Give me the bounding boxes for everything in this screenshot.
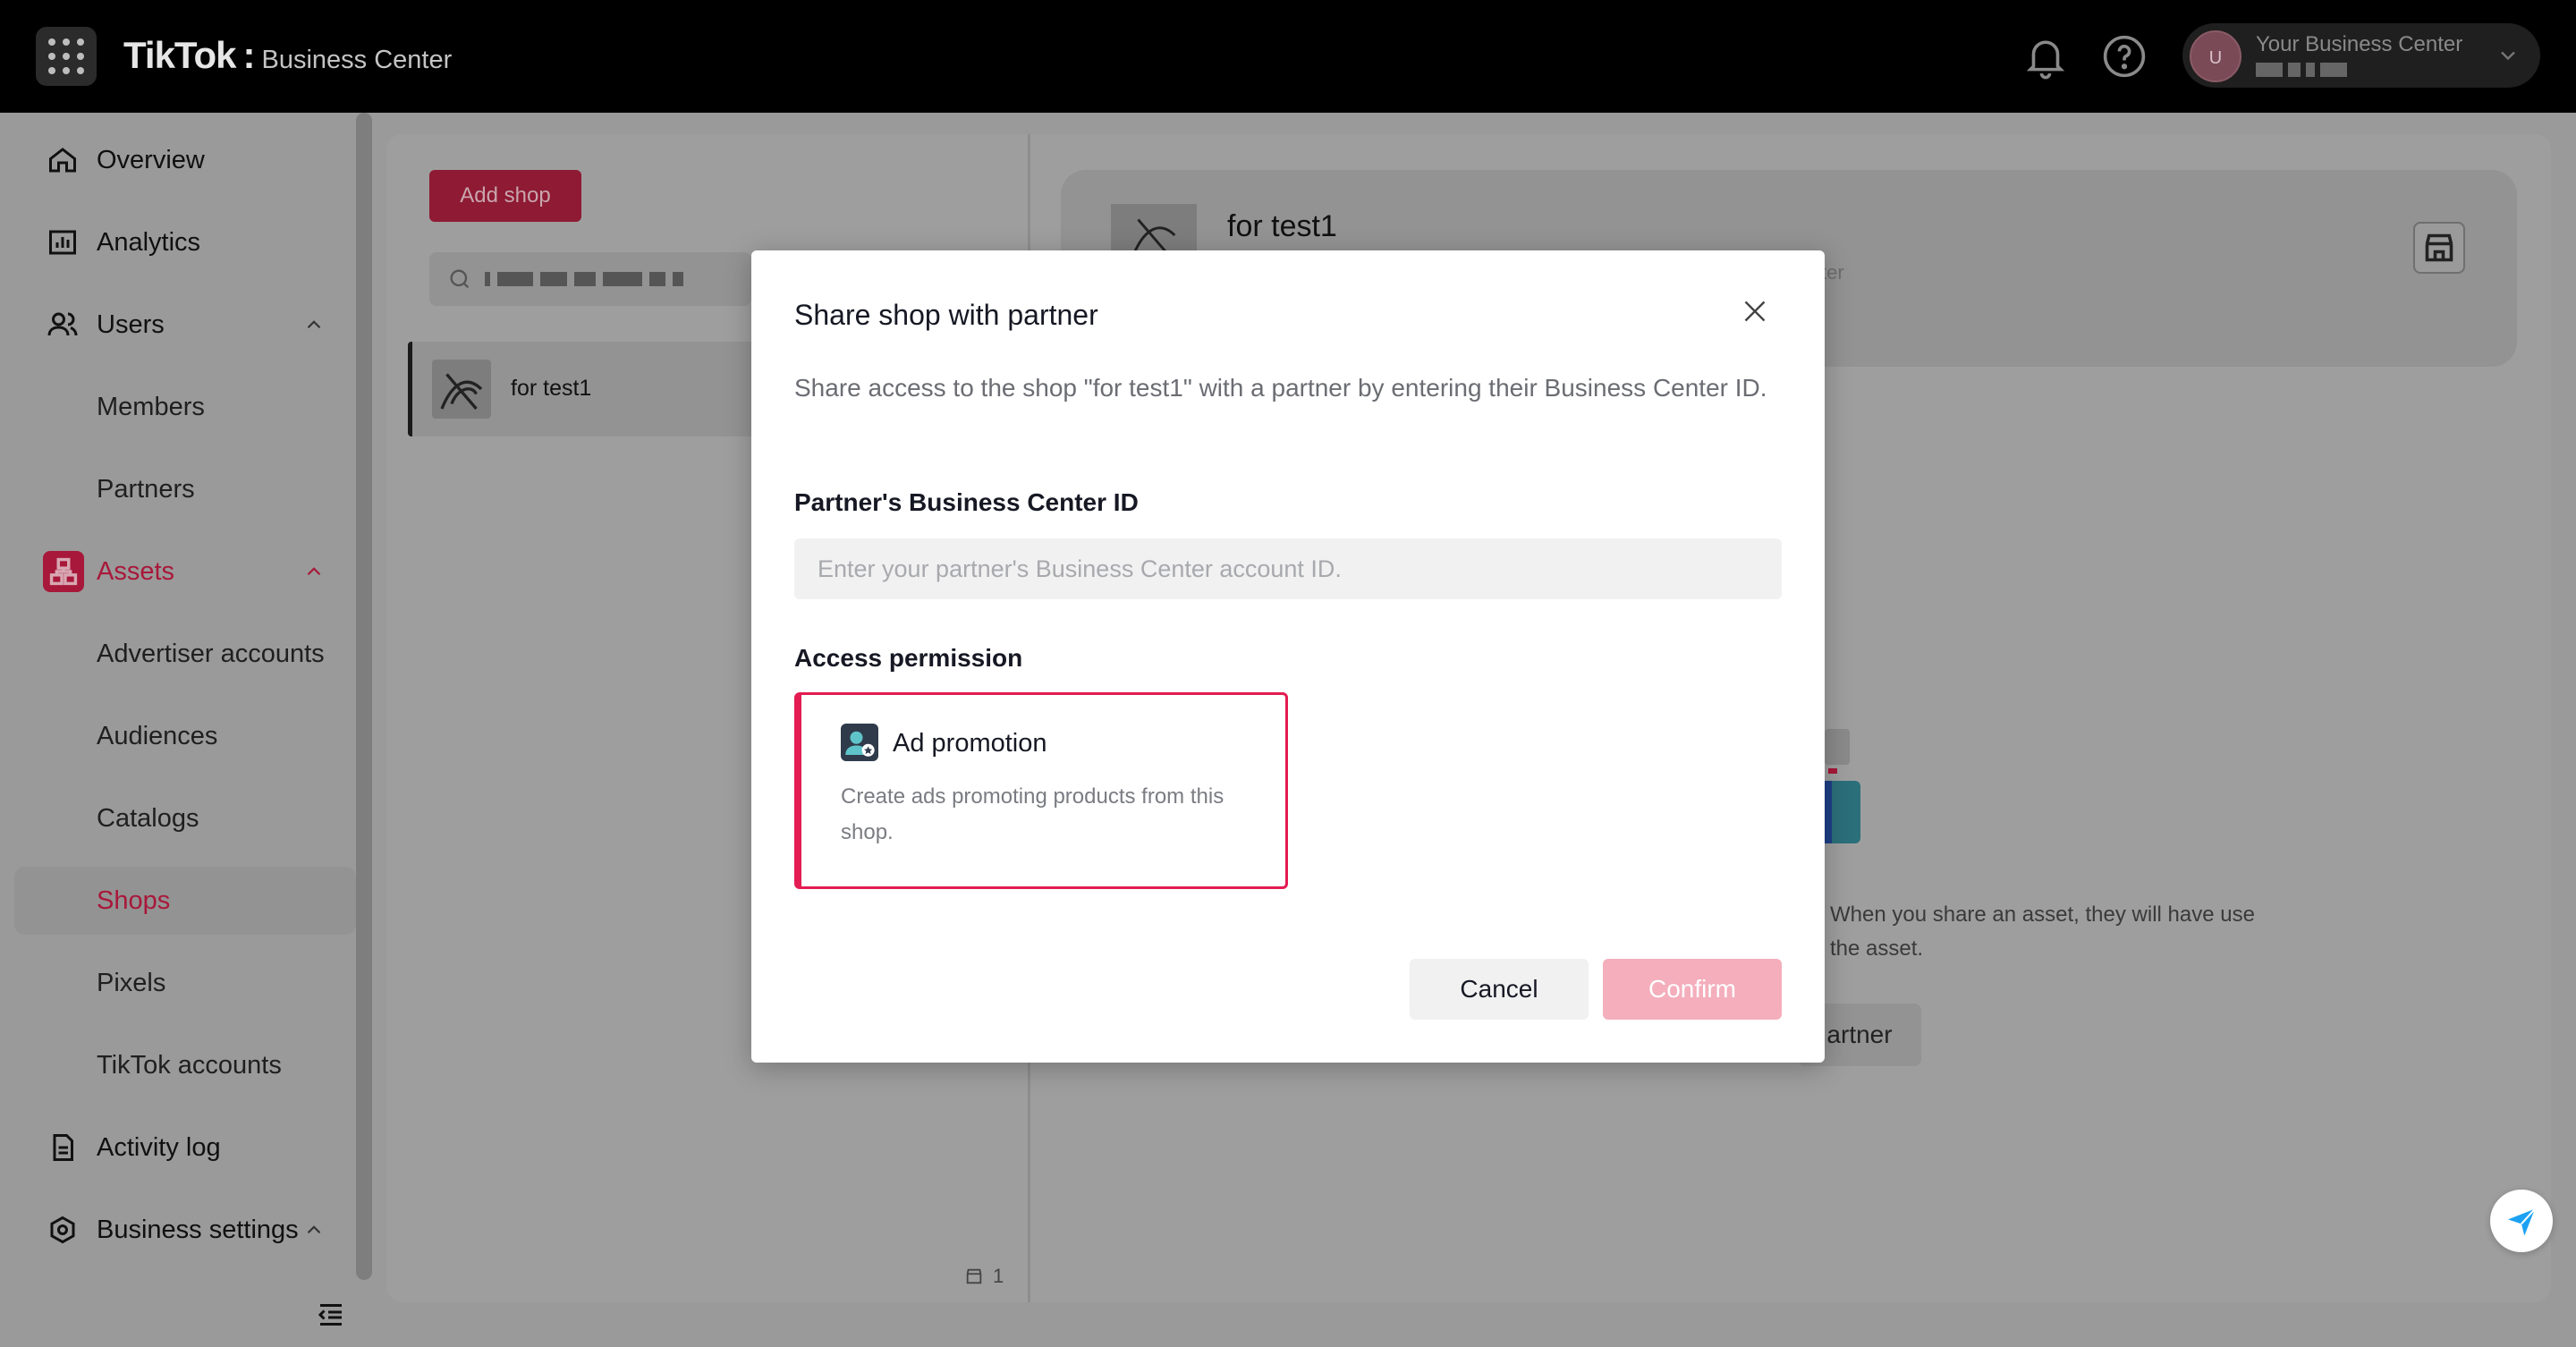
search-value-redacted xyxy=(485,272,683,286)
store-icon xyxy=(966,1268,982,1284)
chart-icon xyxy=(49,230,76,255)
sidebar-scrollbar[interactable] xyxy=(356,113,372,1280)
chevron-up-icon xyxy=(307,567,321,576)
confirm-button[interactable]: Confirm xyxy=(1603,959,1782,1020)
tiktok-wordmark: TikTok xyxy=(123,34,236,76)
sidebar-item-shops[interactable]: Shops xyxy=(14,867,356,935)
sidebar-item-advertiser-accounts[interactable]: Advertiser accounts xyxy=(0,620,356,688)
shop-thumbnail xyxy=(432,360,491,419)
chevron-up-icon xyxy=(307,1225,321,1234)
shop-detail-title: for test1 xyxy=(1227,209,1337,243)
users-icon xyxy=(47,312,78,336)
dialog-title: Share shop with partner xyxy=(794,299,1098,331)
account-switcher[interactable]: U Your Business Center xyxy=(2182,23,2540,88)
search-input[interactable] xyxy=(429,252,751,306)
app-launcher-icon[interactable] xyxy=(36,27,97,86)
add-shop-button[interactable]: Add shop xyxy=(429,170,581,222)
permission-description: Create ads promoting products from this … xyxy=(841,784,1224,844)
top-bar: TikTok: Business Center U Your Business … xyxy=(0,0,2576,113)
account-id-redacted xyxy=(2256,63,2354,79)
chevron-up-icon xyxy=(307,320,321,329)
user-star-icon xyxy=(841,724,878,761)
sidebar-item-tiktok-accounts[interactable]: TikTok accounts xyxy=(0,1031,356,1099)
sidebar-item-assets[interactable]: Assets xyxy=(0,538,356,606)
sidebar-item-members[interactable]: Members xyxy=(0,373,356,441)
sidebar-item-catalogs[interactable]: Catalogs xyxy=(0,784,356,852)
avatar: U xyxy=(2190,30,2241,82)
shop-count: 1 xyxy=(964,1265,1004,1288)
share-shop-dialog: Share shop with partner Share access to … xyxy=(751,250,1825,1063)
store-icon[interactable] xyxy=(2413,222,2465,274)
sidebar-item-users[interactable]: Users xyxy=(0,291,356,359)
access-permission-label: Access permission xyxy=(794,644,1023,672)
empty-state-description: When you share an asset, they will have … xyxy=(1830,902,2255,961)
collapse-sidebar-icon[interactable] xyxy=(315,1299,347,1331)
cancel-button[interactable]: Cancel xyxy=(1410,959,1589,1020)
brand-subtitle: Business Center xyxy=(261,46,453,74)
assets-icon xyxy=(43,551,84,592)
home-icon xyxy=(49,148,76,173)
brand-logo[interactable]: TikTok: Business Center xyxy=(123,34,452,77)
chevron-down-icon xyxy=(2501,51,2515,61)
account-name: Your Business Center xyxy=(2256,32,2463,56)
sidebar-item-audiences[interactable]: Audiences xyxy=(0,702,356,770)
sidebar-item-business-settings[interactable]: Business settings xyxy=(0,1196,356,1264)
bell-icon[interactable] xyxy=(2021,32,2070,80)
partner-id-input[interactable] xyxy=(794,538,1782,599)
close-icon[interactable] xyxy=(1739,295,1771,327)
sidebar-item-analytics[interactable]: Analytics xyxy=(0,208,356,276)
feedback-button[interactable] xyxy=(2490,1190,2553,1252)
sidebar-item-pixels[interactable]: Pixels xyxy=(0,949,356,1017)
permission-title: Ad promotion xyxy=(893,729,1047,758)
dialog-description: Share access to the shop "for test1" wit… xyxy=(794,374,1767,402)
sidebar-item-overview[interactable]: Overview xyxy=(0,126,356,194)
partner-id-label: Partner's Business Center ID xyxy=(794,488,1139,516)
settings-icon xyxy=(50,1216,75,1244)
list-item[interactable]: for test1 xyxy=(408,342,766,436)
help-icon[interactable] xyxy=(2100,32,2148,80)
sidebar-item-activity-log[interactable]: Activity log xyxy=(0,1114,356,1182)
search-icon xyxy=(450,269,470,289)
permission-option-ad-promotion[interactable]: Ad promotion Create ads promoting produc… xyxy=(794,692,1288,889)
shop-name: for test1 xyxy=(511,376,592,401)
document-icon xyxy=(53,1134,73,1161)
sidebar-item-partners[interactable]: Partners xyxy=(0,455,356,523)
send-icon xyxy=(2508,1207,2536,1236)
